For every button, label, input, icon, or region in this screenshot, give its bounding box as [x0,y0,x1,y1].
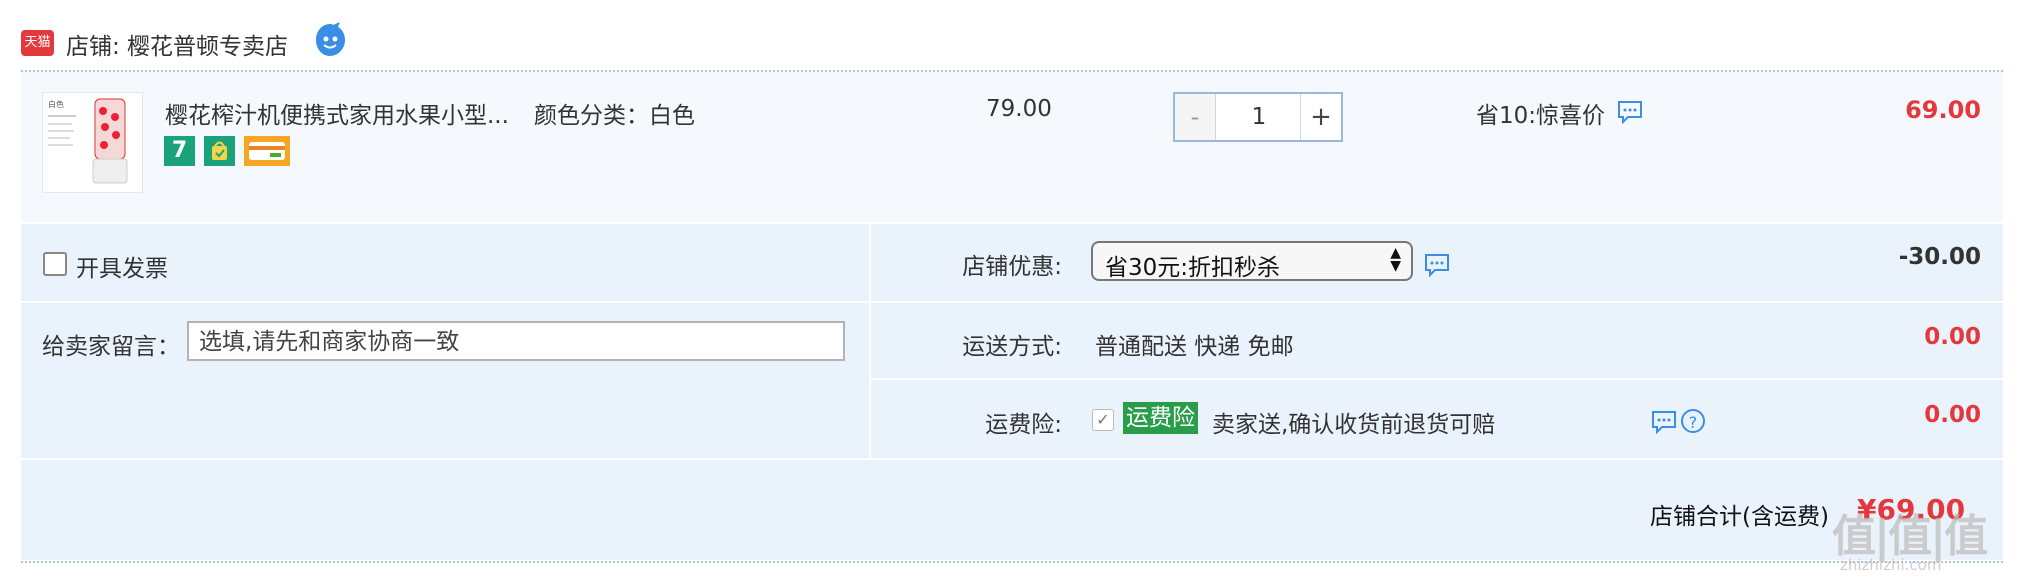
help-icon[interactable]: ? [1681,409,1705,433]
cart-item-row [21,72,2003,222]
item-promotion: 省10:惊喜价 [1476,103,1606,129]
insurance-label: 运费险: [985,412,1062,438]
item-title-link[interactable]: 樱花榨汁机便携式家用水果小型... [165,96,509,130]
shipping-cost: 0.00 [1924,324,1981,350]
shop-name-link[interactable]: 店铺: 樱花普顿专卖店 [66,27,288,61]
seven-day-return-badge[interactable]: 7 [164,136,195,166]
coupon-discount-amount: -30.00 [1898,244,1981,270]
shop-coupon-select[interactable]: 省30元:折扣秒杀 ▲ ▼ [1091,241,1413,281]
wangwang-icon[interactable] [314,22,347,59]
watermark-site: zhizhizhi.com [1840,556,1942,574]
divider [21,301,2003,303]
watermark-logo: 值|值|值 [1832,511,1988,562]
chat-icon[interactable] [1651,410,1677,435]
quantity-stepper: - 1 + [1173,92,1343,142]
quantity-input[interactable]: 1 [1216,94,1302,140]
insurance-checkbox: ✓ [1092,409,1114,431]
select-arrows-icon: ▲ ▼ [1390,245,1401,274]
shop-total-label: 店铺合计(含运费) [1650,504,1829,530]
divider [871,378,2003,380]
item-subtotal: 69.00 [1905,96,1981,124]
chat-icon[interactable] [1424,253,1450,278]
item-thumbnail[interactable]: 白色 [42,92,143,193]
unit-price: 79.00 [986,96,1052,122]
card-payment-badge-icon[interactable] [244,136,290,166]
divider [21,561,2003,563]
chat-icon[interactable] [1617,100,1643,125]
coupon-label: 店铺优惠: [962,254,1062,280]
coupon-selected-value: 省30元:折扣秒杀 [1105,255,1281,281]
thumb-caption: 白色 [48,99,64,109]
quantity-decrement-button[interactable]: - [1175,94,1216,140]
bag-badge-icon[interactable] [204,136,235,166]
invoice-checkbox[interactable] [43,252,67,276]
item-sku: 颜色分类：白色 [534,103,695,129]
quantity-increment-button[interactable]: + [1300,94,1341,140]
shipping-method: 普通配送 快递 免邮 [1095,334,1294,360]
message-label: 给卖家留言： [42,334,180,360]
shipping-label: 运送方式: [962,334,1062,360]
insurance-cost: 0.00 [1924,402,1981,428]
seller-message-input[interactable]: 选填,请先和商家协商一致 [187,321,845,361]
insurance-description: 卖家送,确认收货前退货可赔 [1212,412,1496,438]
divider [21,458,2003,460]
invoice-label[interactable]: 开具发票 [76,249,168,283]
shop-header [0,0,2020,70]
checkmark-icon: ✓ [1096,410,1110,429]
tmall-logo: 天猫 [21,30,54,56]
insurance-badge: 运费险 [1123,402,1198,434]
